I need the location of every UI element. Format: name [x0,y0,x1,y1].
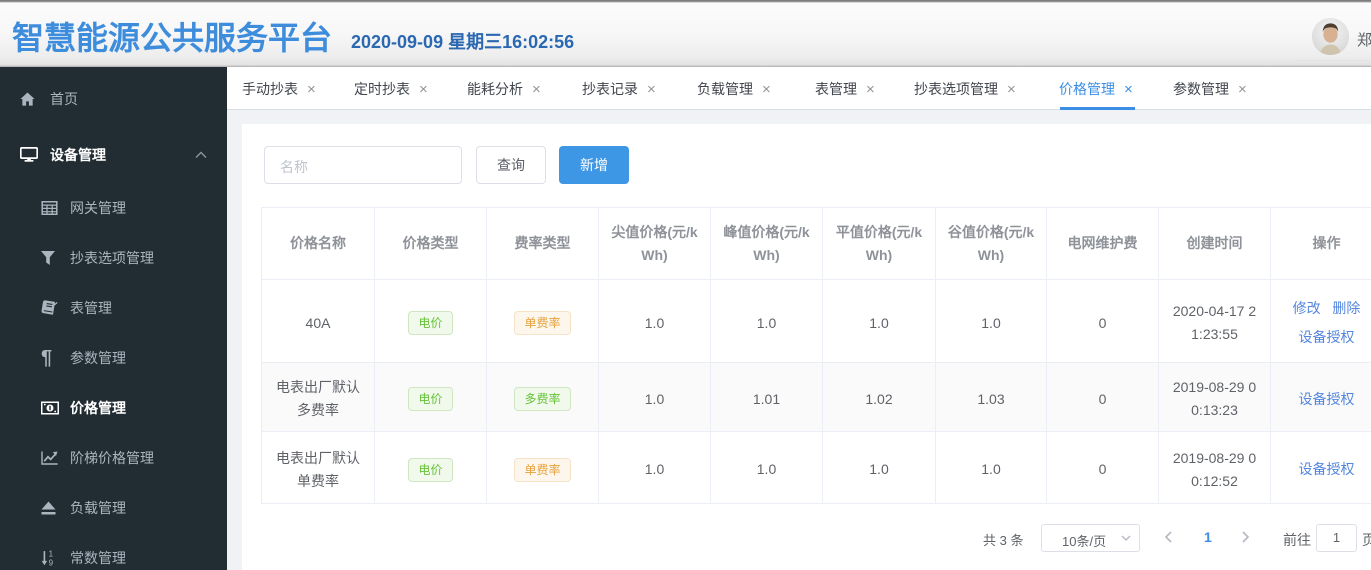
svg-text:1: 1 [49,551,54,559]
svg-text:9: 9 [49,558,54,565]
